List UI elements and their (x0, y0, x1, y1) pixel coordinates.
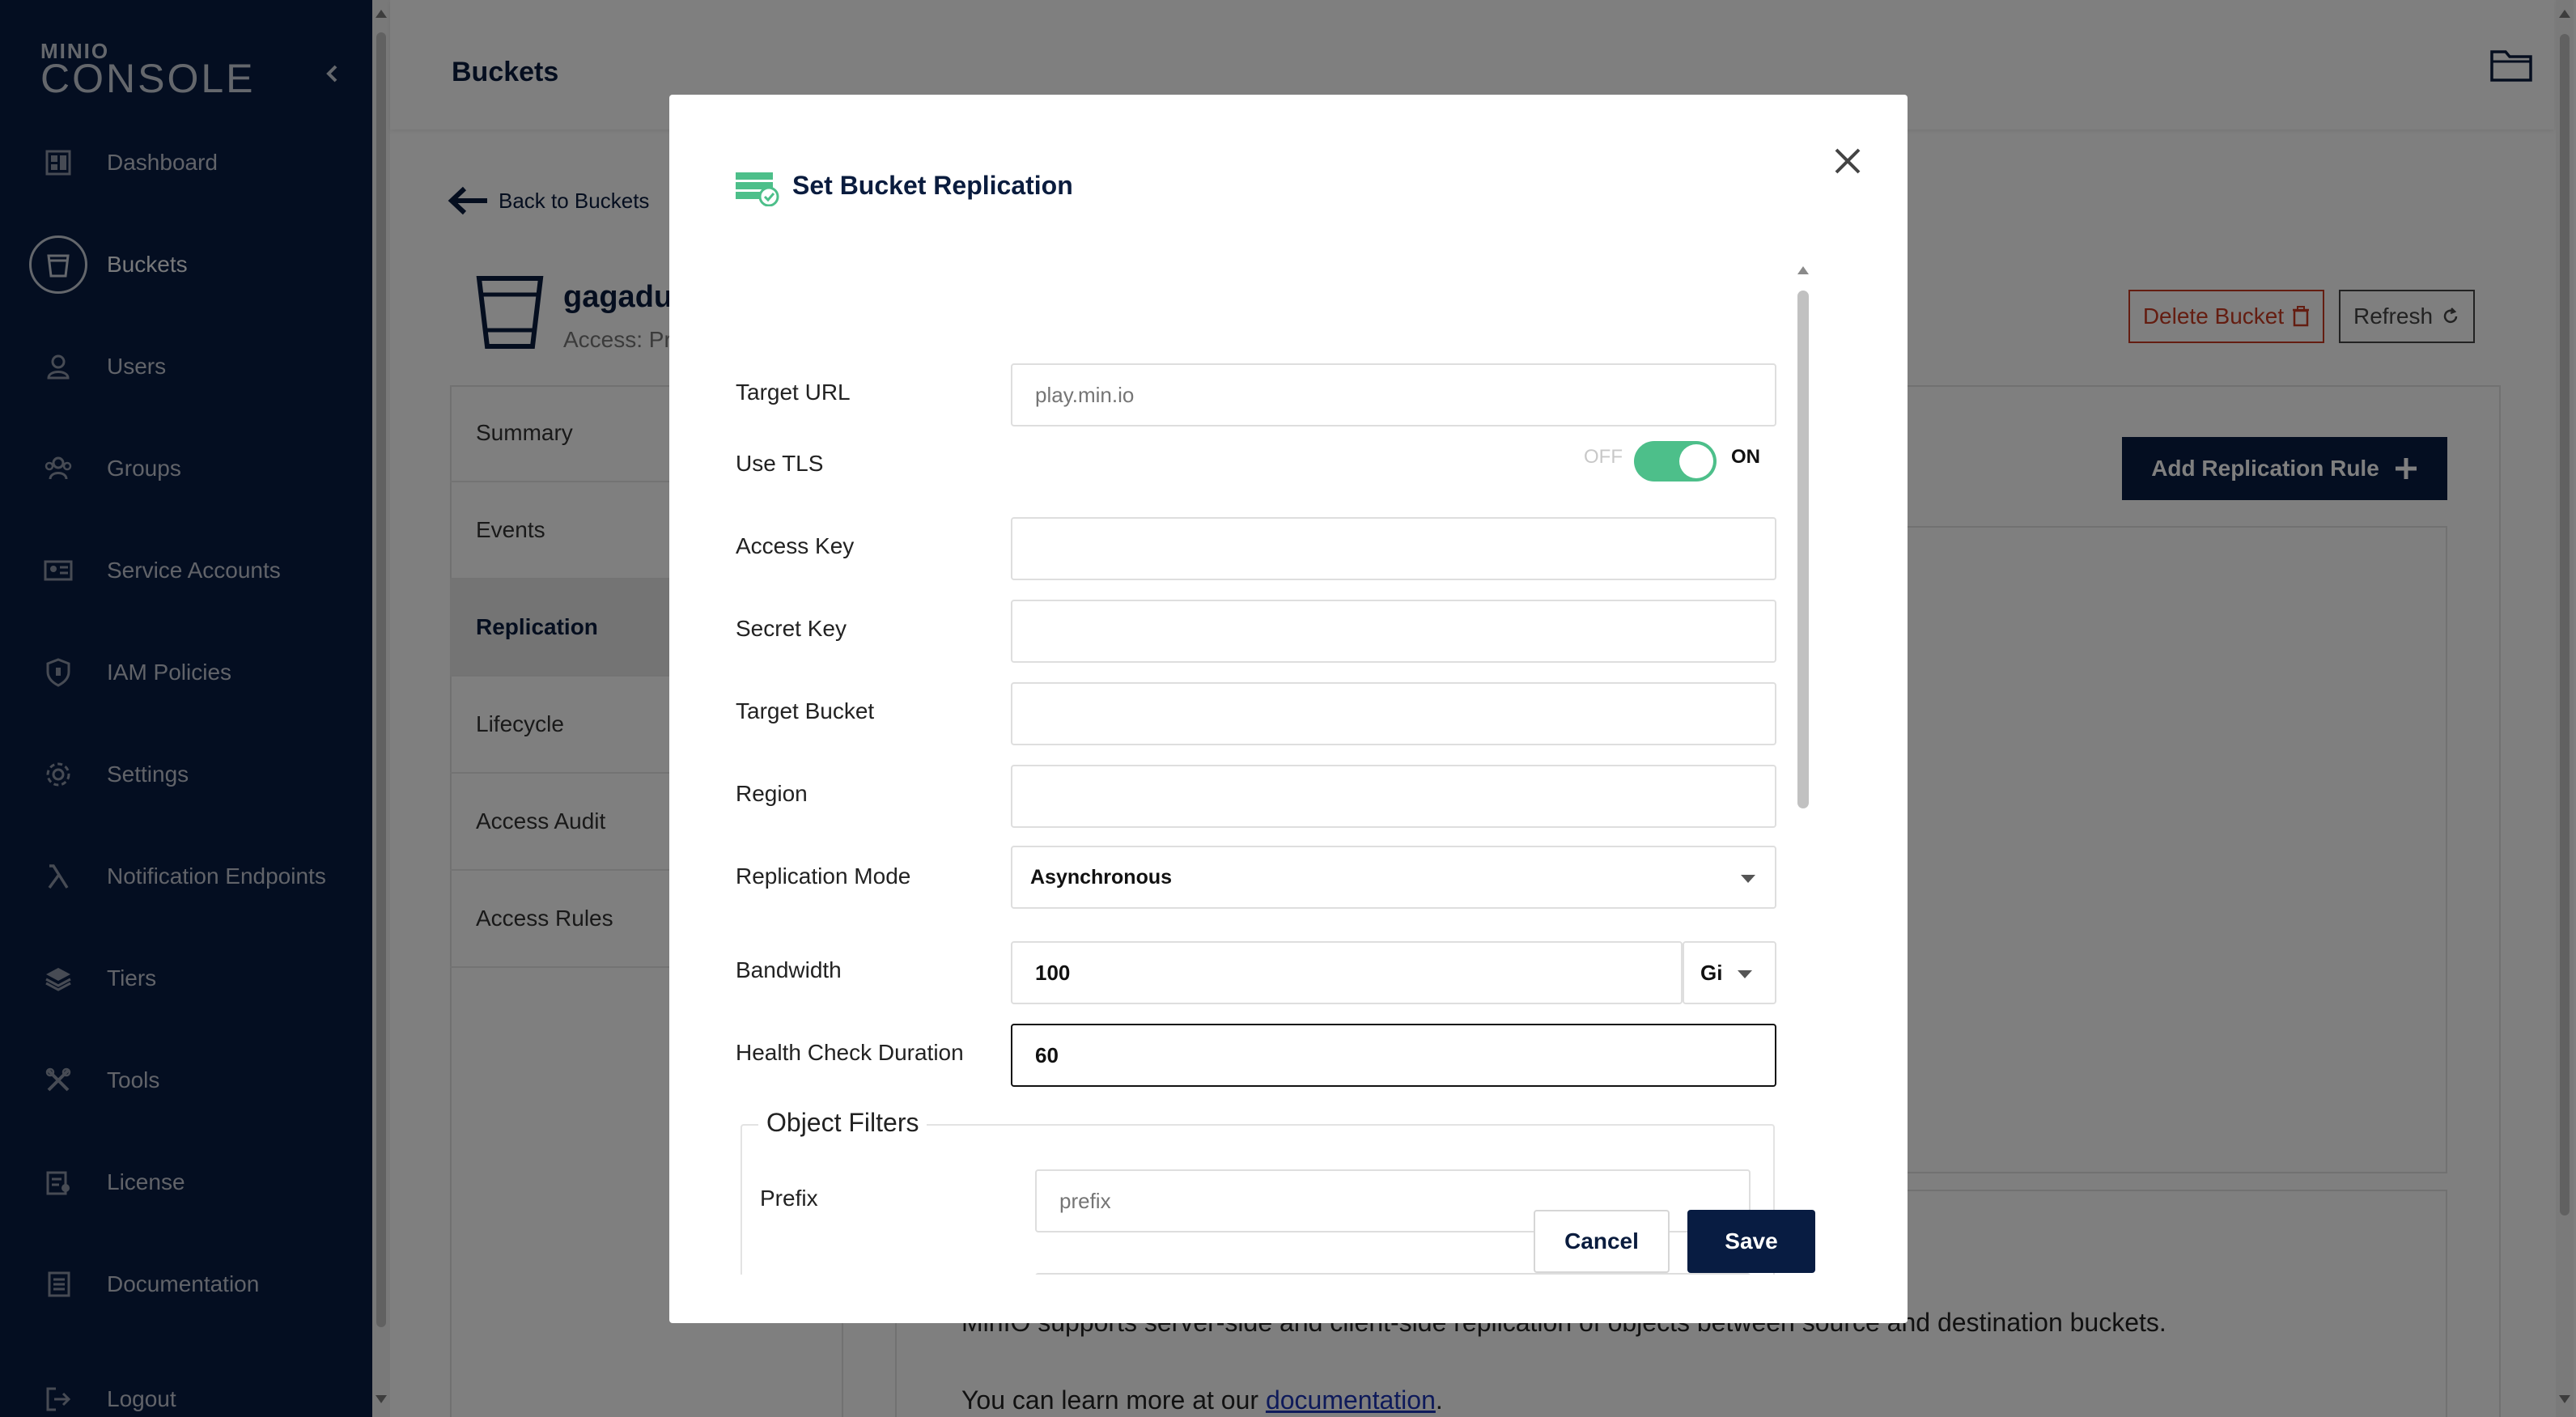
close-icon[interactable] (1830, 143, 1865, 179)
prefix-label: Prefix (760, 1186, 818, 1211)
bandwidth-unit-select[interactable]: Gi (1683, 941, 1776, 1004)
bandwidth-unit-value: Gi (1700, 960, 1723, 985)
use-tls-toggle[interactable] (1634, 441, 1717, 482)
target-url-input[interactable] (1011, 363, 1776, 426)
secret-key-input[interactable] (1011, 600, 1776, 663)
region-label: Region (736, 781, 808, 806)
chevron-down-icon (1741, 875, 1755, 883)
target-bucket-input[interactable] (1011, 682, 1776, 745)
dialog-scrollbar[interactable] (1794, 266, 1812, 1275)
toggle-knob (1679, 444, 1713, 478)
target-url-label: Target URL (736, 380, 851, 405)
dialog-title: Set Bucket Replication (792, 171, 1073, 200)
tls-on-label: ON (1731, 446, 1760, 468)
replication-form: Target URL Use TLS OFF ON Access Key Sec… (669, 266, 1908, 1275)
replication-icon (736, 172, 779, 206)
health-check-duration-input[interactable]: 60 (1011, 1024, 1776, 1087)
bandwidth-label: Bandwidth (736, 957, 842, 982)
set-bucket-replication-dialog: Set Bucket Replication Target URL Use TL… (669, 95, 1908, 1323)
use-tls-label: Use TLS (736, 451, 824, 476)
replication-mode-label: Replication Mode (736, 863, 911, 889)
secret-key-label: Secret Key (736, 616, 847, 641)
target-bucket-label: Target Bucket (736, 698, 875, 723)
tags-input[interactable] (1035, 1273, 1751, 1275)
save-button[interactable]: Save (1687, 1210, 1815, 1273)
object-filters-legend: Object Filters (758, 1108, 927, 1138)
access-key-input[interactable] (1011, 517, 1776, 580)
chevron-down-icon (1738, 970, 1752, 978)
access-key-label: Access Key (736, 533, 855, 558)
replication-mode-value: Asynchronous (1030, 865, 1173, 889)
replication-mode-select[interactable]: Asynchronous (1011, 846, 1776, 909)
cancel-button[interactable]: Cancel (1534, 1210, 1670, 1273)
region-input[interactable] (1011, 765, 1776, 828)
health-check-duration-label: Health Check Duration (736, 1040, 964, 1065)
bandwidth-value: 100 (1035, 960, 1071, 985)
scroll-up-arrow-icon[interactable] (1797, 266, 1809, 274)
health-check-duration-value: 60 (1035, 1042, 1059, 1067)
tls-off-label: OFF (1584, 446, 1623, 468)
bandwidth-input[interactable]: 100 (1011, 941, 1683, 1004)
scrollbar-thumb[interactable] (1797, 291, 1809, 808)
